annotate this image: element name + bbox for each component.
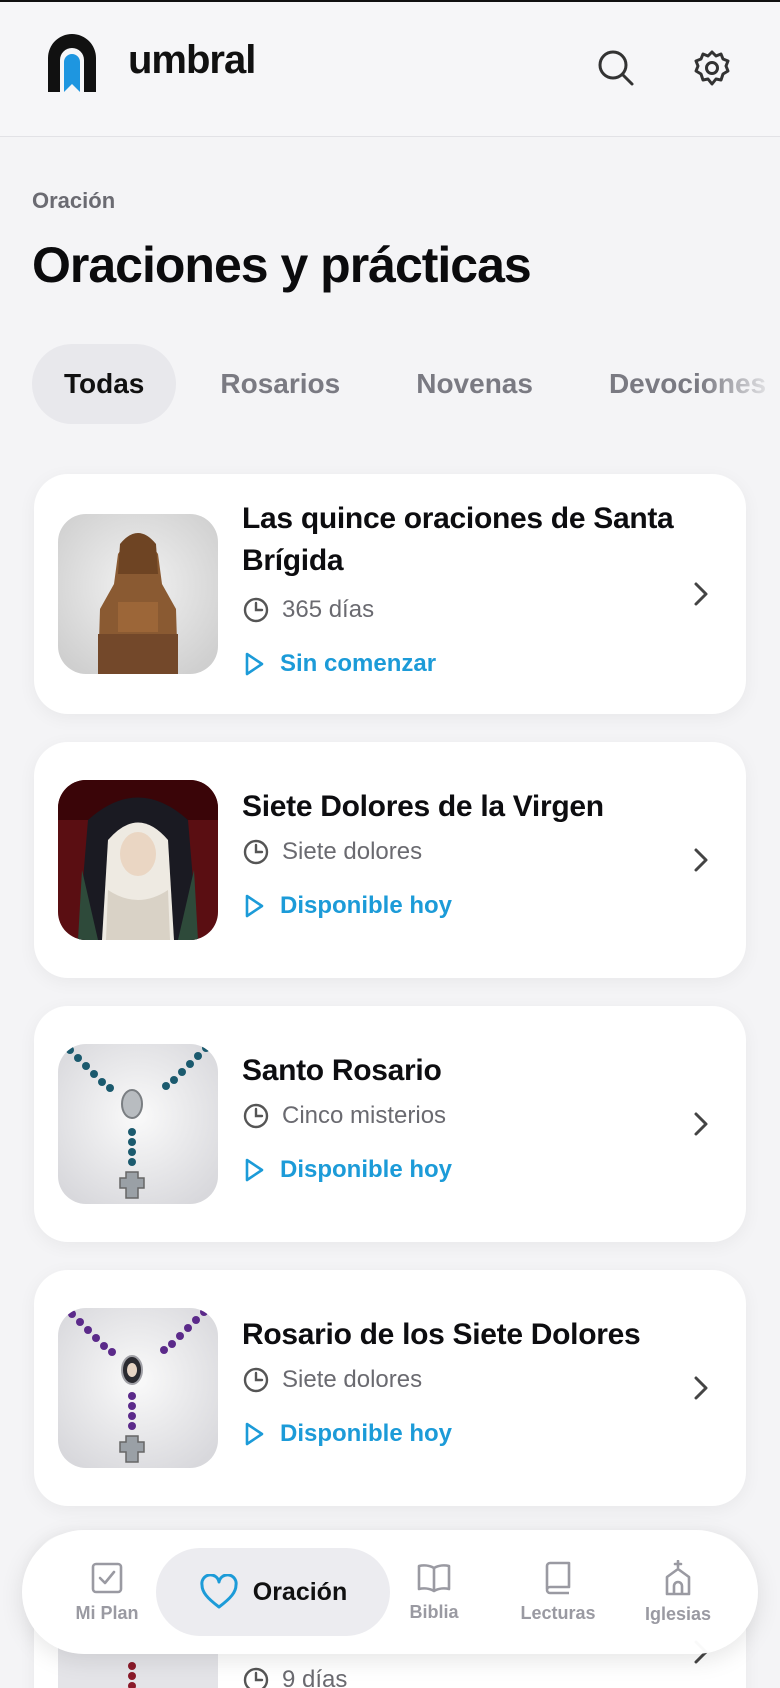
- card-meta: 365 días: [242, 590, 676, 630]
- card-meta-text: 365 días: [282, 596, 375, 623]
- nav-biblia[interactable]: Biblia: [384, 1530, 484, 1654]
- card-status: Disponible hoy: [242, 886, 676, 926]
- play-icon: [245, 1158, 264, 1182]
- card-meta: 9 días: [242, 1660, 347, 1688]
- prayer-card[interactable]: Siete Dolores de la Virgen Siete dolores…: [34, 742, 746, 978]
- book-icon: [545, 1561, 571, 1594]
- church-icon: [665, 1559, 691, 1595]
- section-label: Oración: [32, 188, 116, 213]
- card-thumbnail: [58, 514, 218, 674]
- nav-mi-plan[interactable]: Mi Plan: [52, 1530, 162, 1654]
- open-book-icon: [417, 1563, 451, 1592]
- card-meta: Siete dolores: [242, 832, 676, 872]
- tab-todas[interactable]: Todas: [32, 344, 177, 424]
- gear-icon: [694, 50, 730, 86]
- card-status-text: Disponible hoy: [280, 1420, 453, 1447]
- tabs-fade: [700, 344, 780, 424]
- card-status-text: Disponible hoy: [280, 892, 453, 919]
- nav-label: Mi Plan: [75, 1602, 139, 1623]
- play-icon: [245, 894, 264, 918]
- card-title: Las quince oraciones de Santa Brígida: [242, 502, 674, 577]
- nav-lecturas[interactable]: Lecturas: [506, 1530, 610, 1654]
- tab-novenas[interactable]: Novenas: [384, 344, 565, 424]
- card-meta-text: Cinco misterios: [282, 1102, 447, 1129]
- app-name: umbral: [128, 38, 256, 82]
- nav-oracion[interactable]: Oración: [156, 1548, 390, 1636]
- clock-icon: [243, 1667, 269, 1688]
- bottom-nav: Mi Plan Oración Biblia Lecturas Iglesias: [22, 1530, 758, 1654]
- card-status-text: Disponible hoy: [280, 1156, 453, 1183]
- card-title: Rosario de los Siete Dolores: [242, 1318, 641, 1351]
- card-title: Siete Dolores de la Virgen: [242, 790, 604, 823]
- nav-label: Iglesias: [644, 1603, 712, 1624]
- card-meta-text: Siete dolores: [282, 838, 423, 865]
- prayer-card[interactable]: Las quince oraciones de Santa Brígida 36…: [34, 474, 746, 714]
- umbral-logo: [44, 30, 100, 96]
- clock-icon: [243, 597, 269, 623]
- card-status: Disponible hoy: [242, 1414, 686, 1454]
- nav-iglesias[interactable]: Iglesias: [626, 1530, 730, 1654]
- chevron-right-icon: [694, 1376, 708, 1400]
- page-title: Oraciones y prácticas: [32, 237, 532, 293]
- chevron-right-icon: [694, 848, 708, 872]
- card-thumbnail: [58, 1308, 218, 1468]
- nav-label: Oración: [252, 1577, 348, 1606]
- filter-tabs: Todas Rosarios Novenas Devociones: [32, 344, 780, 424]
- card-status: Sin comenzar: [242, 644, 676, 684]
- card-status: Disponible hoy: [242, 1150, 676, 1190]
- prayer-card[interactable]: Rosario de los Siete Dolores Siete dolor…: [34, 1270, 746, 1506]
- clock-icon: [243, 1103, 269, 1129]
- chevron-right-icon: [694, 1112, 708, 1136]
- search-button[interactable]: [594, 46, 638, 90]
- card-thumbnail: [58, 1044, 218, 1204]
- card-meta: Cinco misterios: [242, 1096, 676, 1136]
- card-status-text: Sin comenzar: [280, 650, 437, 677]
- chevron-right-icon: [694, 582, 708, 606]
- app-header: umbral: [0, 2, 780, 137]
- clock-icon: [243, 839, 269, 865]
- tab-rosarios[interactable]: Rosarios: [188, 344, 372, 424]
- nav-label: Lecturas: [520, 1602, 596, 1623]
- checkbox-icon: [91, 1562, 123, 1593]
- clock-icon: [243, 1367, 269, 1393]
- play-icon: [245, 652, 264, 676]
- play-icon: [245, 1422, 264, 1446]
- heart-icon: [200, 1574, 238, 1609]
- card-meta-text: Siete dolores: [282, 1366, 423, 1393]
- prayer-card[interactable]: Santo Rosario Cinco misterios Disponible…: [34, 1006, 746, 1242]
- card-meta-text: 9 días: [282, 1666, 348, 1688]
- nav-label: Biblia: [409, 1601, 459, 1622]
- card-title: Santo Rosario: [242, 1054, 442, 1087]
- card-thumbnail: [58, 780, 218, 940]
- card-meta: Siete dolores: [242, 1360, 686, 1400]
- settings-button[interactable]: [690, 46, 734, 90]
- search-icon: [598, 50, 634, 86]
